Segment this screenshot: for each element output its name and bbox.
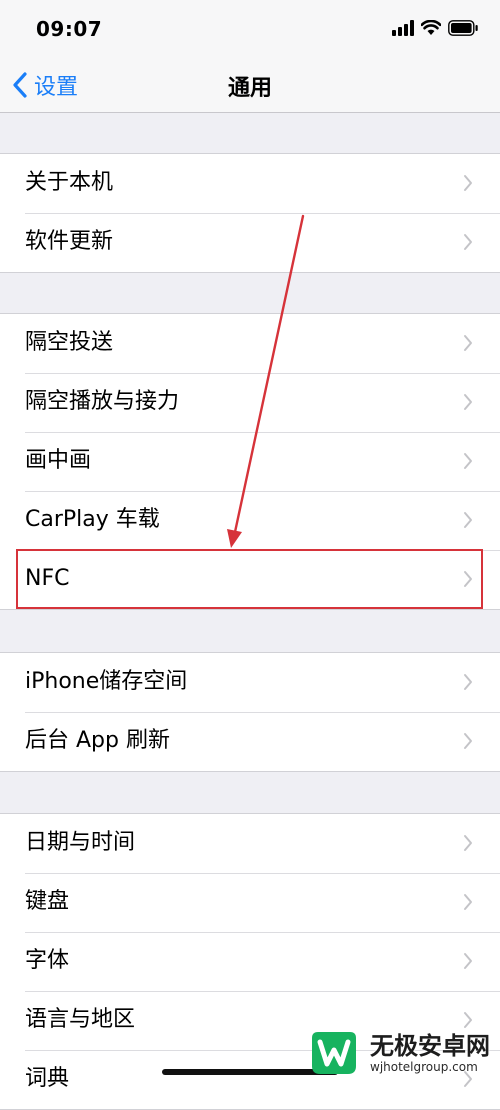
row-label: 日期与时间 — [25, 830, 136, 855]
settings-row-date-time[interactable]: 日期与时间 — [0, 814, 500, 873]
settings-row-keyboard[interactable]: 键盘 — [0, 873, 500, 932]
chevron-right-icon — [464, 733, 472, 749]
watermark-text: 无极安卓网 wjhotelgroup.com — [370, 1032, 490, 1074]
chevron-right-icon — [464, 674, 472, 690]
settings-row-fonts[interactable]: 字体 — [0, 932, 500, 991]
chevron-right-icon — [464, 953, 472, 969]
annotation-arrow — [227, 214, 305, 548]
row-label: iPhone储存空间 — [25, 669, 188, 694]
watermark-url: wjhotelgroup.com — [370, 1060, 478, 1074]
watermark-name: 无极安卓网 — [370, 1032, 490, 1060]
row-label: 后台 App 刷新 — [25, 728, 170, 753]
watermark: 无极安卓网 wjhotelgroup.com — [306, 1025, 498, 1081]
settings-group-storage: iPhone储存空间 后台 App 刷新 — [0, 652, 500, 772]
settings-row-background-app-refresh[interactable]: 后台 App 刷新 — [0, 712, 500, 771]
watermark-logo-icon — [312, 1032, 356, 1074]
row-label: 语言与地区 — [25, 1007, 136, 1032]
row-label: 词典 — [25, 1066, 70, 1091]
settings-row-iphone-storage[interactable]: iPhone储存空间 — [0, 653, 500, 712]
row-label: 键盘 — [25, 889, 70, 914]
chevron-right-icon — [464, 835, 472, 851]
row-label: 字体 — [25, 948, 70, 973]
chevron-right-icon — [464, 894, 472, 910]
